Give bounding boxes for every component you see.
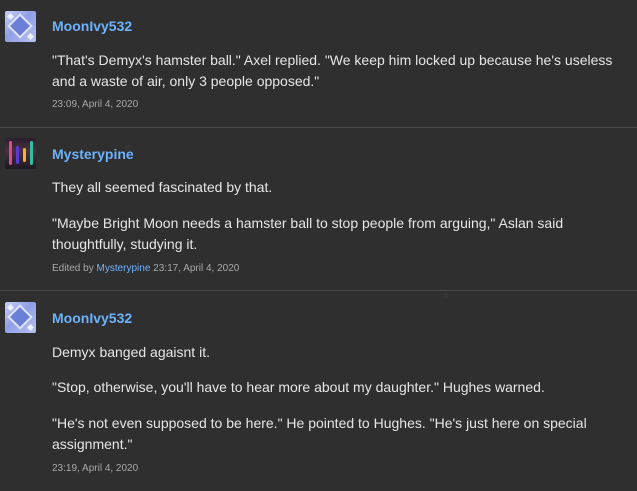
post-timestamp[interactable]: 23:17, April 4, 2020	[153, 263, 239, 274]
post-timestamp[interactable]: 23:09, April 4, 2020	[52, 99, 138, 110]
post-divider	[0, 290, 637, 291]
post-text: "Maybe Bright Moon needs a hamster ball …	[52, 215, 564, 252]
post-text: "Stop, otherwise, you'll have to hear mo…	[52, 379, 545, 395]
user-avatar[interactable]	[5, 138, 36, 169]
post-text: Demyx banged agaisnt it.	[52, 344, 210, 360]
post-timestamp[interactable]: 23:19, April 4, 2020	[52, 463, 138, 474]
post-edit-info: Edited by Mysterypine 23:17, April 4, 20…	[52, 263, 239, 274]
post-text: They all seemed fascinated by that.	[52, 179, 273, 195]
user-avatar[interactable]	[5, 302, 36, 333]
user-avatar[interactable]	[5, 11, 36, 42]
editor-link[interactable]: Mysterypine	[96, 263, 150, 274]
username-link[interactable]: MoonIvy532	[52, 18, 132, 34]
edited-prefix: Edited by	[52, 263, 94, 274]
post-text: "He's not even supposed to be here." He …	[52, 415, 587, 452]
post-text: "That's Demyx's hamster ball." Axel repl…	[52, 52, 613, 89]
post-divider	[0, 127, 637, 128]
username-link[interactable]: MoonIvy532	[52, 310, 132, 326]
username-link[interactable]: Mysterypine	[52, 146, 134, 162]
